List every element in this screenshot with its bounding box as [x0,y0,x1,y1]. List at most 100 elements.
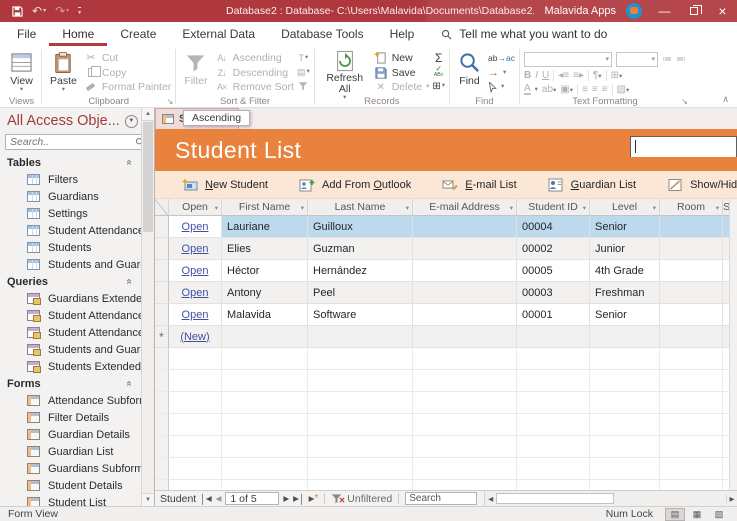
last-record-icon[interactable]: ▶│ [293,494,304,504]
scroll-down-icon[interactable]: ▼ [142,493,154,506]
nav-item-attendance-subform[interactable]: Attendance Subform [0,392,154,409]
student-row[interactable]: OpenMalavidaSoftware00001Senior [155,304,737,326]
increase-indent-icon[interactable]: ≡▸ [573,70,584,81]
ribbon-tab-external-data[interactable]: External Data [169,22,268,46]
save-icon[interactable] [12,6,23,17]
nav-scrollbar[interactable]: ▲ ▼ [141,108,154,506]
highlight-color-icon[interactable]: ab▾ [542,84,556,95]
more-records-button[interactable]: ⊞▾ [432,80,445,92]
goto-button[interactable]: →▾ [488,66,515,80]
ribbon-tab-database-tools[interactable]: Database Tools [268,22,377,46]
descending-button[interactable]: Z↓Descending [215,66,294,80]
filter-options-button[interactable]: ▤▾ [297,66,310,78]
new-record-button[interactable]: New [374,51,430,65]
minimize-button[interactable]: — [650,0,679,22]
nav-item-guardians-subform[interactable]: Guardians Subform [0,460,154,477]
datasheet-vertical-scrollbar[interactable] [729,199,737,490]
open-link[interactable]: Open [182,287,209,299]
italic-button[interactable]: I [535,70,538,81]
column-header-first-name[interactable]: First Name▾ [222,199,308,216]
restore-button[interactable] [679,0,708,22]
dialog-launcher-icon[interactable]: ↘ [681,97,688,106]
save-record-button[interactable]: Save [374,66,430,80]
add-from-outlook-button[interactable]: Add From Outlook [299,178,411,192]
nav-section-queries[interactable]: Queries« [0,273,154,290]
open-link[interactable]: Open [182,243,209,255]
ribbon-tab-create[interactable]: Create [107,22,169,46]
nav-item-filter-details[interactable]: Filter Details [0,409,154,426]
nav-item-student-attendance-exten[interactable]: Student Attendance Exten... [0,324,154,341]
open-link[interactable]: Open [182,309,209,321]
alternate-row-color-icon[interactable]: ▨▾ [617,84,630,95]
redo-button[interactable]: ↷▾ [55,6,69,16]
scrollbar-thumb[interactable] [143,122,153,232]
find-button[interactable]: Find [454,48,485,94]
account-name[interactable]: Malavida Apps [534,5,626,17]
format-painter-button[interactable]: Format Painter [84,80,171,94]
filter-button[interactable]: Filter [180,48,211,94]
refresh-all-button[interactable]: Refresh All ▾ [319,48,371,94]
select-all-corner[interactable] [155,199,169,216]
nav-item-filters[interactable]: Filters [0,171,154,188]
new-record-icon[interactable]: ▶* [309,494,319,503]
view-button[interactable]: View ▾ [6,48,37,94]
column-header-last-name[interactable]: Last Name▾ [308,199,413,216]
student-row[interactable]: OpenAntonyPeel00003Freshman [155,282,737,304]
student-row[interactable]: OpenLaurianeGuilloux00004Senior [155,216,737,238]
toggle-filter-button[interactable] [298,80,308,92]
student-search-box[interactable] [630,136,737,157]
paste-button[interactable]: Paste ▾ [46,48,81,94]
layout-view-button[interactable]: ▦ [687,508,707,521]
remove-sort-button[interactable]: A×Remove Sort [215,80,294,94]
new-record-link[interactable]: (New) [180,331,209,343]
gridlines-icon[interactable]: ⊞▾ [611,70,623,81]
copy-button[interactable]: Copy [84,66,171,80]
scrollbar-thumb[interactable] [496,493,614,504]
column-dropdown-icon[interactable]: ▾ [301,204,304,212]
nav-item-students[interactable]: Students [0,239,154,256]
close-button[interactable]: × [708,0,737,22]
underline-button[interactable]: U [542,70,549,81]
decrease-indent-icon[interactable]: ◂≡ [558,70,569,81]
scroll-up-icon[interactable]: ▲ [142,108,154,121]
dialog-launcher-icon[interactable]: ↘ [167,97,174,106]
ribbon-tab-home[interactable]: Home [49,22,107,46]
show-hide-fields-button[interactable]: Show/Hide Fields [667,178,737,192]
open-link[interactable]: Open [182,221,209,233]
nav-item-guardian-details[interactable]: Guardian Details [0,426,154,443]
new-record-row[interactable]: *(New) [155,326,737,348]
bullets-icon[interactable]: ≔ [662,54,672,65]
new-student-button[interactable]: New Student [182,178,268,192]
ribbon-tab-file[interactable]: File [4,22,49,46]
font-size-combo[interactable] [616,52,658,67]
replace-button[interactable]: ab→ac [488,51,515,65]
nav-item-guardian-list[interactable]: Guardian List [0,443,154,460]
previous-record-icon[interactable]: ◀ [216,494,222,503]
undo-button[interactable]: ↶▾ [32,6,46,16]
delete-record-button[interactable]: ✕ Delete▾ [374,80,430,94]
align-center-icon[interactable]: ≡ [592,84,598,95]
nav-item-settings[interactable]: Settings [0,205,154,222]
account-avatar[interactable] [626,3,642,19]
filter-indicator-icon[interactable]: ✕ [331,493,343,504]
collapse-section-icon[interactable]: « [124,381,135,387]
font-name-combo[interactable] [524,52,612,67]
nav-item-student-attendance-count[interactable]: Student Attendance Count [0,307,154,324]
collapse-section-icon[interactable]: « [124,160,135,166]
email-list-button[interactable]: E-mail List [442,178,516,192]
nav-item-student-list[interactable]: Student List [0,494,154,506]
column-dropdown-icon[interactable]: ▾ [716,204,719,212]
column-dropdown-icon[interactable]: ▾ [406,204,409,212]
nav-pane-menu-icon[interactable]: ▼ [125,115,138,128]
next-record-icon[interactable]: ▶ [283,494,289,503]
customize-qat-icon[interactable]: ▾ [78,7,81,16]
nav-search-box[interactable] [5,134,149,150]
student-row[interactable]: OpenEliesGuzman00002Junior [155,238,737,260]
align-left-icon[interactable]: ≡ [582,84,588,95]
filter-state-label[interactable]: Unfiltered [347,493,392,505]
open-link[interactable]: Open [182,265,209,277]
record-position[interactable]: 1 of 5 [225,492,279,505]
numbering-icon[interactable]: ≕ [676,54,686,65]
collapse-section-icon[interactable]: « [124,279,135,285]
column-header-open[interactable]: Open▾ [169,199,222,216]
